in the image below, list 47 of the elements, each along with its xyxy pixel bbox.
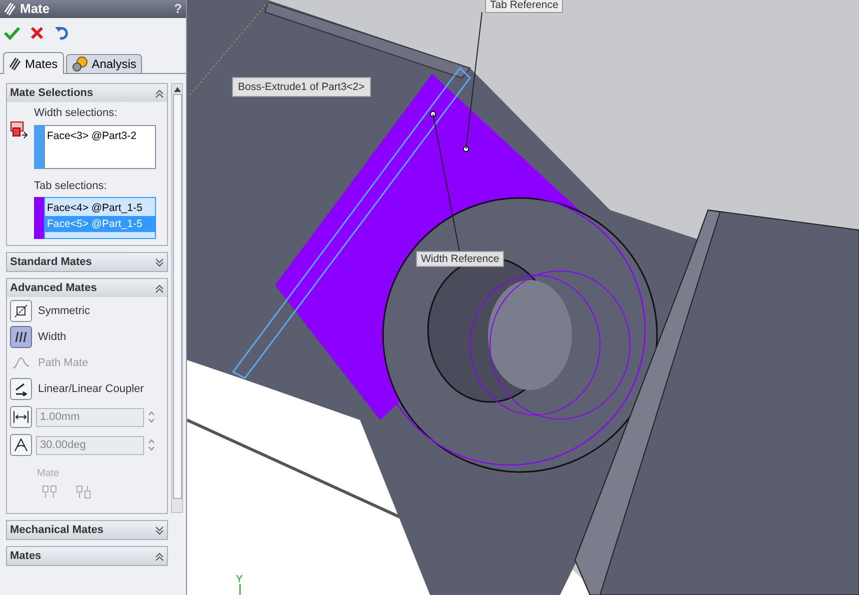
selection-color-bar bbox=[34, 124, 44, 168]
selection-list[interactable]: Face<4> @Part_1-5 Face<5> @Part_1-5 bbox=[44, 197, 156, 239]
callout-label: Boss-Extrude1 of Part3<2> bbox=[232, 77, 371, 97]
tab[interactable]: Mates bbox=[3, 52, 64, 74]
undo-button[interactable] bbox=[54, 26, 70, 40]
swap-selections-icon[interactable] bbox=[10, 121, 28, 139]
coupler-icon bbox=[14, 382, 28, 396]
option-label: Path Mate bbox=[38, 356, 88, 371]
spinner-icon[interactable] bbox=[148, 438, 155, 452]
scrollbar[interactable] bbox=[171, 83, 183, 513]
selection-color-bar bbox=[34, 197, 44, 239]
mate-type-button[interactable] bbox=[10, 378, 32, 400]
section-header[interactable]: Standard Mates bbox=[7, 253, 167, 271]
path-curve-icon bbox=[12, 356, 30, 370]
expand-icon[interactable] bbox=[155, 526, 164, 534]
expand-icon[interactable] bbox=[155, 258, 164, 266]
angle-icon[interactable] bbox=[10, 434, 32, 456]
collapse-icon[interactable] bbox=[155, 284, 164, 292]
list-item[interactable]: Face<3> @Part3-2 bbox=[45, 128, 155, 144]
cancel-button[interactable] bbox=[30, 26, 44, 40]
section-header[interactable]: Mates bbox=[7, 547, 167, 565]
tab[interactable]: Analysis bbox=[66, 54, 142, 73]
option-label: Linear/Linear Coupler bbox=[38, 382, 144, 397]
option-label: Width bbox=[38, 330, 66, 345]
spinner-icon[interactable] bbox=[148, 410, 155, 424]
callout-label: Width Reference bbox=[416, 251, 504, 267]
field-label: Tab selections: bbox=[34, 178, 108, 194]
mate-type-button[interactable] bbox=[10, 300, 32, 322]
selection-list[interactable]: Face<3> @Part3-2 bbox=[44, 124, 156, 168]
axis-label: Y bbox=[236, 573, 243, 587]
collapse-icon[interactable] bbox=[155, 88, 164, 98]
panel-title: Mate bbox=[20, 0, 50, 18]
mate-type-button[interactable] bbox=[10, 326, 32, 348]
field-label: Width selections: bbox=[34, 106, 118, 121]
symmetric-icon bbox=[14, 304, 28, 318]
group-label: Mate bbox=[36, 467, 60, 481]
ok-button[interactable] bbox=[4, 26, 20, 40]
collapse-icon[interactable] bbox=[155, 552, 164, 560]
scrollbar-thumb[interactable] bbox=[172, 94, 182, 499]
distance-icon[interactable] bbox=[10, 406, 32, 428]
callout-label: Tab Reference bbox=[485, 0, 564, 13]
option-label: Symmetric bbox=[38, 304, 90, 319]
width-icon bbox=[14, 330, 28, 344]
section-header[interactable]: Mate Selections bbox=[7, 84, 167, 102]
section-header[interactable]: Advanced Mates bbox=[7, 279, 167, 297]
section-header[interactable]: Mechanical Mates bbox=[7, 521, 167, 539]
list-item[interactable]: Face<4> @Part_1-5 bbox=[45, 200, 155, 216]
